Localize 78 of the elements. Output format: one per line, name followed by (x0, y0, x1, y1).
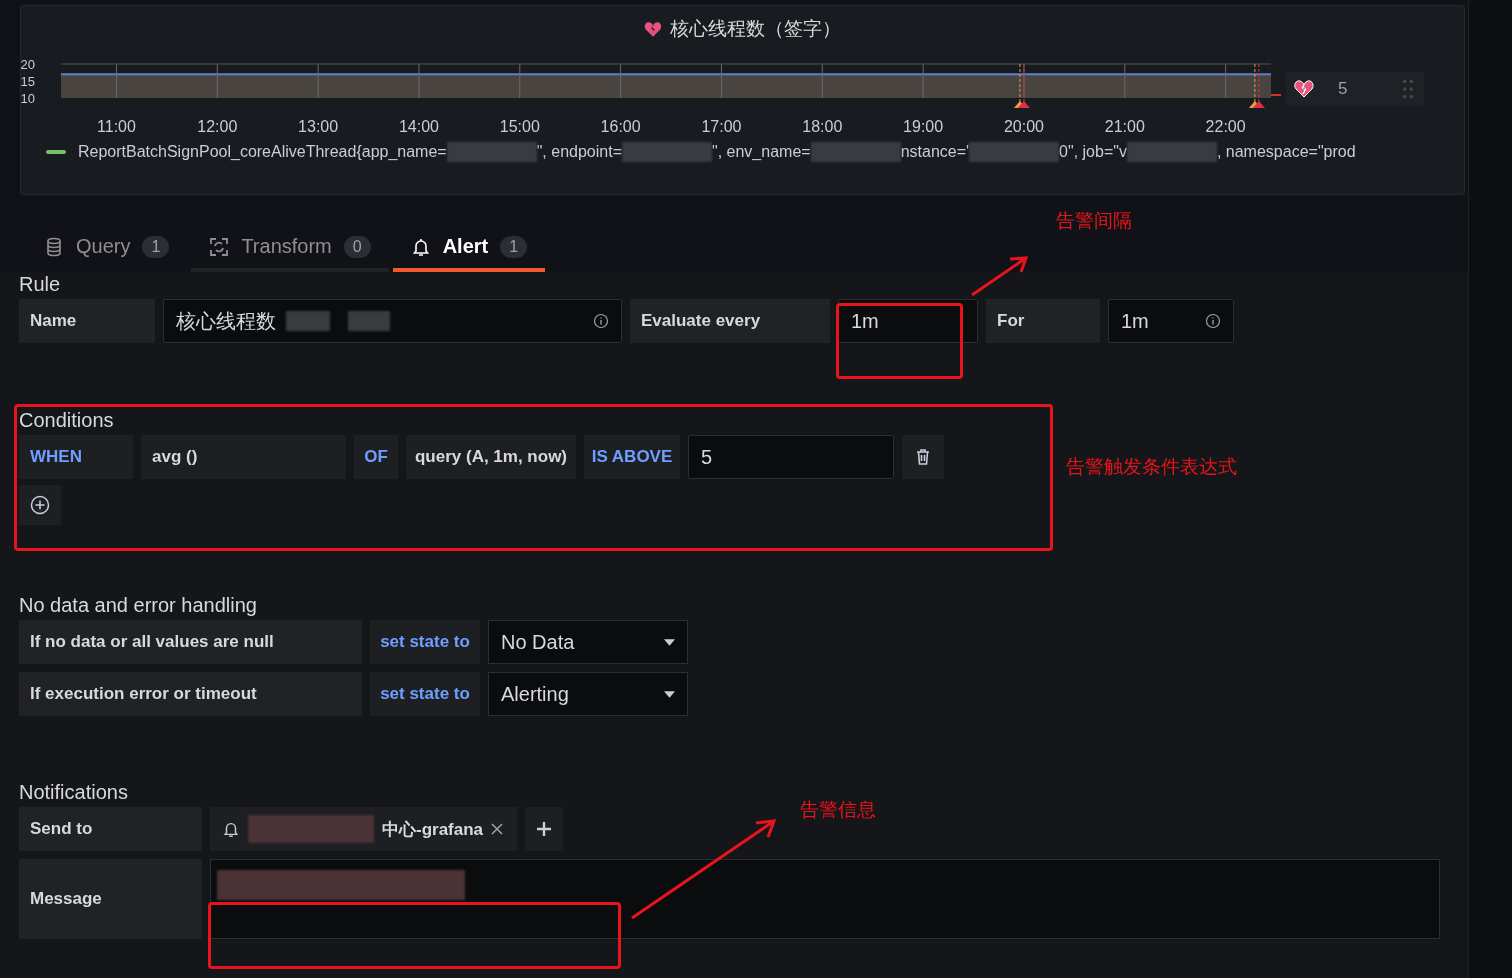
section-heading: Conditions (19, 408, 114, 432)
state-dropdown[interactable]: Alerting (488, 672, 688, 716)
count-badge: 0 (343, 235, 371, 258)
broken-heart-icon (1294, 80, 1314, 98)
annotation-text: 告警间隔 (1056, 209, 1132, 233)
x-tick-label: 15:00 (499, 118, 540, 135)
for-input[interactable]: 1m (1108, 299, 1234, 343)
annotation-text: 告警信息 (800, 798, 876, 822)
x-tick-label: 18:00 (802, 118, 843, 135)
section-heading: Rule (19, 272, 61, 296)
keyword-label: WHEN (19, 435, 133, 479)
field-label: Send to (19, 807, 202, 851)
evaluator-selector[interactable]: IS ABOVE (584, 435, 680, 479)
threshold-value: 5 (1338, 79, 1349, 99)
redacted-block (348, 311, 390, 331)
annotation-marker (1017, 63, 1030, 108)
field-label: If no data or all values are null (19, 620, 362, 664)
x-tick-label: 12:00 (197, 118, 238, 135)
name-input[interactable]: 核心线程数 (163, 299, 622, 343)
x-tick-label: 19:00 (903, 118, 944, 135)
x-tick-label: 21:00 (1104, 118, 1145, 135)
close-icon[interactable] (491, 823, 504, 835)
keyword-label: set state to (370, 620, 480, 664)
panel-title: 核心线程数（签字） (670, 17, 841, 41)
field-label: If execution error or timeout (19, 672, 362, 716)
legend-text: ReportBatchSignPool_coreAliveThread{app_name= (78, 143, 447, 161)
legend-text: ", endpoint= (536, 143, 622, 161)
annotation-marker (1252, 63, 1265, 108)
keyword-label: set state to (370, 672, 480, 716)
y-tick-label: 20 (20, 57, 35, 72)
y-tick-label: 10 (20, 91, 35, 106)
field-label: Name (19, 299, 155, 343)
count-badge: 1 (500, 235, 528, 258)
legend-text: ", env_name= (712, 143, 811, 161)
add-channel-button[interactable] (525, 807, 563, 851)
broken-heart-icon (644, 20, 662, 38)
editor-tab[interactable]: Query 1 (26, 225, 188, 272)
annotation-arrow (970, 255, 1030, 297)
bell-icon (410, 236, 431, 257)
keyword-label: OF (354, 435, 398, 479)
x-tick-label: 17:00 (701, 118, 742, 135)
x-tick-label: 22:00 (1205, 118, 1246, 135)
y-tick-label: 15 (20, 74, 35, 89)
state-dropdown[interactable]: No Data (488, 620, 688, 664)
plus-icon (537, 822, 551, 836)
x-tick-label: 20:00 (1003, 118, 1045, 135)
field-label: Message (19, 859, 202, 939)
reducer-selector[interactable]: avg () (141, 435, 346, 479)
legend-text: 0", job="v (1059, 143, 1127, 161)
legend-text: nstance=' (900, 143, 970, 161)
section-heading: Notifications (19, 780, 128, 804)
legend-text: , namespace="prod (1216, 143, 1356, 161)
query-selector[interactable]: query (A, 1m, now) (406, 435, 576, 479)
x-tick-label: 16:00 (600, 118, 641, 135)
alert-handle[interactable]: 5 (1286, 72, 1424, 106)
x-tick-label: 13:00 (298, 118, 339, 135)
bell-icon (222, 820, 240, 838)
annotation-text: 告警触发条件表达式 (1066, 455, 1237, 479)
delete-button[interactable] (902, 435, 944, 479)
threshold-input[interactable]: 5 (688, 435, 894, 479)
section-heading: No data and error handling (19, 593, 257, 617)
threshold-line (1270, 94, 1282, 96)
redacted-block (286, 311, 330, 331)
count-badge: 1 (142, 235, 170, 258)
field-label: For (986, 299, 1100, 343)
add-circle-icon (30, 495, 50, 515)
info-icon (1205, 313, 1221, 329)
database-icon (44, 236, 64, 257)
x-tick-label: 11:00 (97, 118, 136, 135)
transform-icon (209, 236, 230, 257)
caret-icon (664, 690, 675, 698)
add-condition-button[interactable] (19, 485, 61, 525)
field-label: Evaluate every (630, 299, 830, 343)
info-icon (593, 313, 609, 329)
x-tick-label: 14:00 (398, 118, 440, 135)
notification-channel-tag[interactable]: 中心-grafana (210, 807, 517, 851)
caret-icon (664, 638, 675, 646)
drag-handle-icon[interactable] (1402, 78, 1414, 100)
